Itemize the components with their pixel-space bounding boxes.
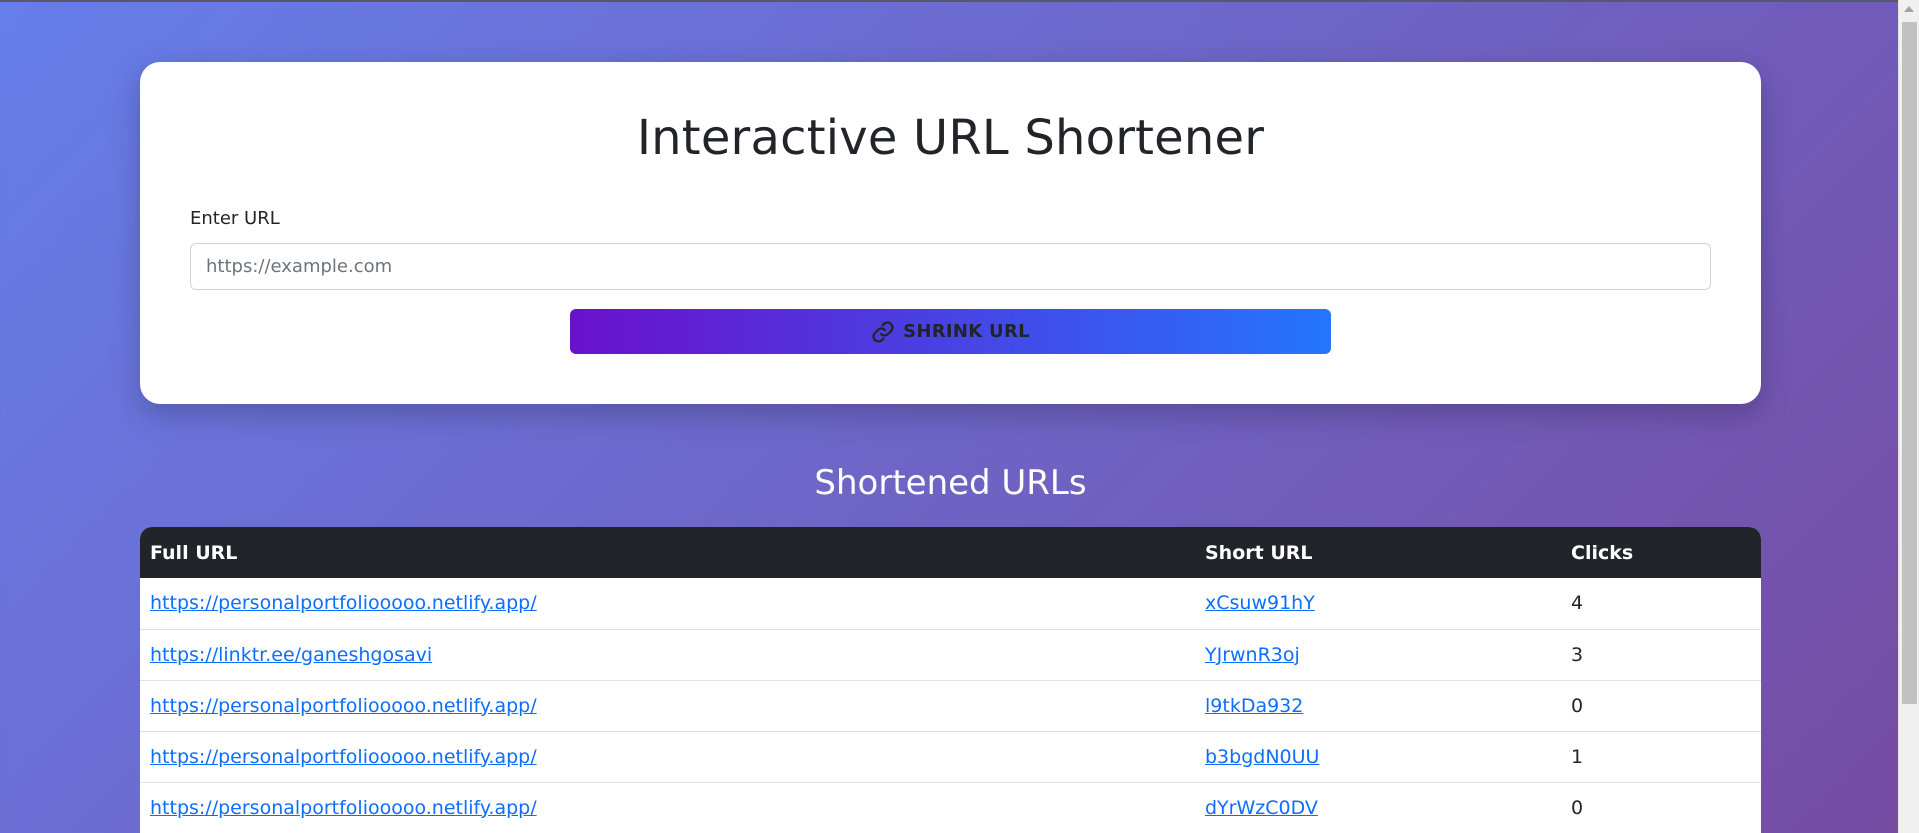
full-url-link[interactable]: https://personalportfoliooooo.netlify.ap… — [150, 695, 537, 717]
full-url-link[interactable]: https://personalportfoliooooo.netlify.ap… — [150, 797, 537, 819]
table-row: https://personalportfoliooooo.netlify.ap… — [140, 578, 1761, 629]
window-top-border — [0, 0, 1919, 2]
clicks-count: 0 — [1571, 694, 1584, 717]
url-field-label: Enter URL — [190, 208, 280, 229]
clicks-count: 1 — [1571, 745, 1584, 768]
table-row: https://personalportfoliooooo.netlify.ap… — [140, 782, 1761, 833]
table-header-row: Full URL Short URL Clicks — [140, 527, 1761, 578]
url-input[interactable] — [190, 243, 1711, 290]
link-icon — [871, 320, 895, 344]
clicks-count: 4 — [1571, 592, 1584, 615]
scroll-up-arrow-icon[interactable] — [1904, 6, 1914, 12]
table-row: https://personalportfoliooooo.netlify.ap… — [140, 680, 1761, 731]
section-title: Shortened URLs — [814, 463, 1087, 503]
short-url-link[interactable]: b3bgdN0UU — [1205, 746, 1319, 768]
urls-table: Full URL Short URL Clicks https://person… — [140, 527, 1761, 833]
full-url-link[interactable]: https://personalportfoliooooo.netlify.ap… — [150, 592, 537, 614]
column-header-clicks: Clicks — [1571, 541, 1634, 564]
short-url-link[interactable]: dYrWzC0DV — [1205, 797, 1318, 819]
table-row: https://linktr.ee/ganeshgosavi YJrwnR3oj… — [140, 629, 1761, 680]
column-header-full-url: Full URL — [150, 541, 238, 564]
shrink-url-button[interactable]: SHRINK URL — [570, 309, 1331, 354]
shrink-button-label: SHRINK URL — [903, 321, 1030, 342]
table-row: https://personalportfoliooooo.netlify.ap… — [140, 731, 1761, 782]
vertical-scrollbar[interactable] — [1898, 0, 1919, 833]
full-url-link[interactable]: https://personalportfoliooooo.netlify.ap… — [150, 746, 537, 768]
page-title: Interactive URL Shortener — [636, 110, 1265, 166]
short-url-link[interactable]: l9tkDa932 — [1205, 695, 1303, 717]
clicks-count: 0 — [1571, 796, 1584, 819]
clicks-count: 3 — [1571, 643, 1584, 666]
shortener-card: Interactive URL Shortener Enter URL SHRI… — [140, 62, 1761, 404]
short-url-link[interactable]: YJrwnR3oj — [1205, 644, 1300, 666]
short-url-link[interactable]: xCsuw91hY — [1205, 592, 1315, 614]
column-header-short-url: Short URL — [1205, 541, 1313, 564]
full-url-link[interactable]: https://linktr.ee/ganeshgosavi — [150, 644, 432, 666]
scrollbar-thumb[interactable] — [1902, 22, 1917, 704]
